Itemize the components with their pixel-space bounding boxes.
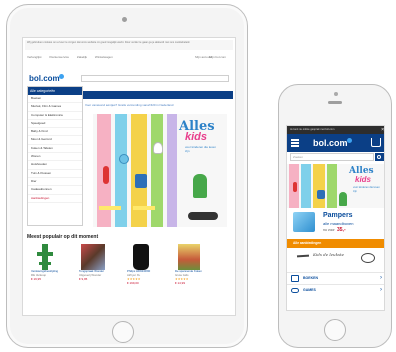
product-card[interactable]: De spannende Koken Grote Gids ★★★★★ € 14… (175, 244, 203, 285)
product-price: € 199,00 (127, 281, 139, 285)
phone-screen: Je kunt nu online gesprek met bol.com × … (286, 125, 385, 311)
top-nav-item[interactable]: Zakelijk (77, 55, 87, 59)
pampers-price: 35,- (337, 227, 346, 233)
menu-icon[interactable] (291, 139, 299, 147)
product-image (81, 244, 105, 270)
book-icon (291, 275, 299, 282)
close-icon[interactable]: × (381, 127, 384, 133)
hero-subtitle: voor kinderen die leven zijn (185, 145, 217, 153)
guitar-icon (103, 166, 109, 184)
category-header[interactable]: Alle categorieën (28, 87, 82, 95)
product-image (178, 244, 200, 270)
top-nav-item[interactable]: Verlanglijst (27, 55, 42, 59)
handwriting-text: Kids de leukste (313, 252, 345, 257)
product-card[interactable]: Philips HD9240/90 Airfryer XL ★★★★★ € 19… (127, 244, 155, 285)
row-label: BOEKEN (303, 276, 318, 280)
category-item[interactable]: Cadeaubonnen (28, 186, 82, 195)
product-price: € 14,99 (175, 281, 186, 285)
cactus-icon (339, 192, 347, 206)
category-item[interactable]: Wonen (28, 153, 82, 162)
orange-deals-bar[interactable]: Alle aanbiedingen (287, 239, 384, 248)
cactus-icon (193, 174, 207, 198)
category-item[interactable]: Dier (28, 178, 82, 187)
phone-top-text: Je kunt nu online gesprek met bol.com (290, 128, 335, 131)
orange-bar-text: Alle aanbiedingen (293, 241, 322, 245)
chevron-right-icon: › (380, 275, 382, 281)
category-item[interactable]: Boeken (28, 95, 82, 104)
cookie-text: Wij gebruiken cookies om ervoor te zorge… (27, 41, 191, 44)
phone-top-bar: Je kunt nu online gesprek met bol.com × (287, 126, 384, 134)
toy-car-icon (188, 212, 218, 220)
category-row-boeken[interactable]: BOEKEN › (287, 272, 384, 283)
phone-logo-text: bol.com (313, 138, 348, 148)
popular-title: Meest populair op dit moment (27, 234, 99, 240)
search-input[interactable] (81, 75, 229, 82)
search-button[interactable] (375, 153, 384, 161)
logo[interactable]: bol.com (29, 74, 64, 83)
phone-hero-title-2: kids (355, 175, 372, 184)
logo-text: bol.com (29, 74, 60, 83)
toy-figure-icon (153, 142, 163, 154)
product-image (37, 244, 53, 270)
pampers-line: alle maandboxen (323, 221, 354, 226)
pampers-box-image (293, 212, 315, 232)
top-nav-item[interactable]: Klantenservice (49, 55, 69, 59)
promo-banner-text[interactable]: Voor vanavond ééntjes? Gratis verzending… (85, 103, 233, 108)
top-nav-item[interactable]: Winkelwagen (95, 55, 113, 59)
search-icon (377, 154, 381, 159)
cart-icon[interactable] (371, 138, 381, 147)
tablet-screen: Wij gebruiken cookies om ervoor te zorge… (22, 37, 236, 316)
phone-home-button[interactable] (324, 319, 346, 341)
product-price: € 9,95 (79, 277, 88, 281)
phone-hero-subtitle: voor kinderen die leven zijn (353, 186, 380, 193)
product-image (133, 244, 149, 270)
category-item[interactable]: Muziek, Film & Games (28, 103, 82, 112)
category-item[interactable]: Huishouden (28, 161, 82, 170)
cookie-notice: Wij gebruiken cookies om ervoor te zorge… (25, 40, 233, 50)
tablet-device: Wij gebruiken cookies om ervoor te zorge… (6, 4, 248, 348)
category-row-games[interactable]: GAMES › (287, 284, 384, 295)
category-item[interactable]: Computer & Elektronica (28, 112, 82, 120)
category-item[interactable]: Aanbiedingen (28, 195, 82, 203)
phone-header: bol.com (287, 134, 384, 152)
logo-dot-icon (58, 74, 64, 79)
hero-title-2: kids (185, 131, 208, 143)
chevron-right-icon: › (380, 287, 382, 293)
category-menu: Alle categorieën Boeken Muziek, Film & G… (27, 86, 83, 226)
category-item[interactable]: Baby & Kind (28, 128, 82, 137)
phone-camera-icon (334, 92, 338, 96)
phone-search-input[interactable]: Zoeken (290, 153, 374, 161)
toy-ball-icon (119, 154, 129, 164)
top-nav: Verlanglijst Klantenservice Zakelijk Win… (27, 55, 233, 61)
handwriting-banner[interactable]: Kids de leukste (287, 249, 384, 267)
product-card[interactable]: Tongspraak Wonder Uitgeverij Wonder € 9,… (79, 244, 107, 281)
product-price: € 19,95 (31, 277, 42, 281)
pampers-price-label: nu voor (323, 228, 335, 232)
category-item[interactable]: Mooi & Gezond (28, 136, 82, 145)
tablet-camera-icon (122, 17, 127, 22)
category-item[interactable]: Koken & Tafelen (28, 145, 82, 154)
category-item[interactable]: Speelgoed (28, 120, 82, 129)
gamepad-icon (291, 288, 299, 293)
tablet-home-button[interactable] (112, 321, 134, 343)
pampers-brand: Pampers (323, 212, 353, 219)
pampers-promo[interactable]: Pampers alle maandboxen nu voor 35,- (291, 210, 382, 238)
phone-hero-banner[interactable]: Alles kids voor kinderen die leven zijn (287, 164, 384, 208)
phone-speaker (328, 101, 342, 104)
logo-dot-icon (346, 138, 352, 143)
backpack-icon (135, 174, 147, 188)
top-nav-mybol[interactable]: Mijn bol.com (209, 55, 226, 59)
category-item[interactable]: Tuin & Klussen (28, 170, 82, 178)
row-label: GAMES (303, 288, 316, 292)
phone-device: Je kunt nu online gesprek met bol.com × … (278, 84, 392, 348)
phone-logo[interactable]: bol.com (313, 138, 352, 148)
hero-banner[interactable]: Alles kids voor kinderen die leven zijn (93, 114, 227, 227)
product-card[interactable]: Verslavingsbestrijding Rik Verkoop € 19,… (31, 244, 59, 281)
